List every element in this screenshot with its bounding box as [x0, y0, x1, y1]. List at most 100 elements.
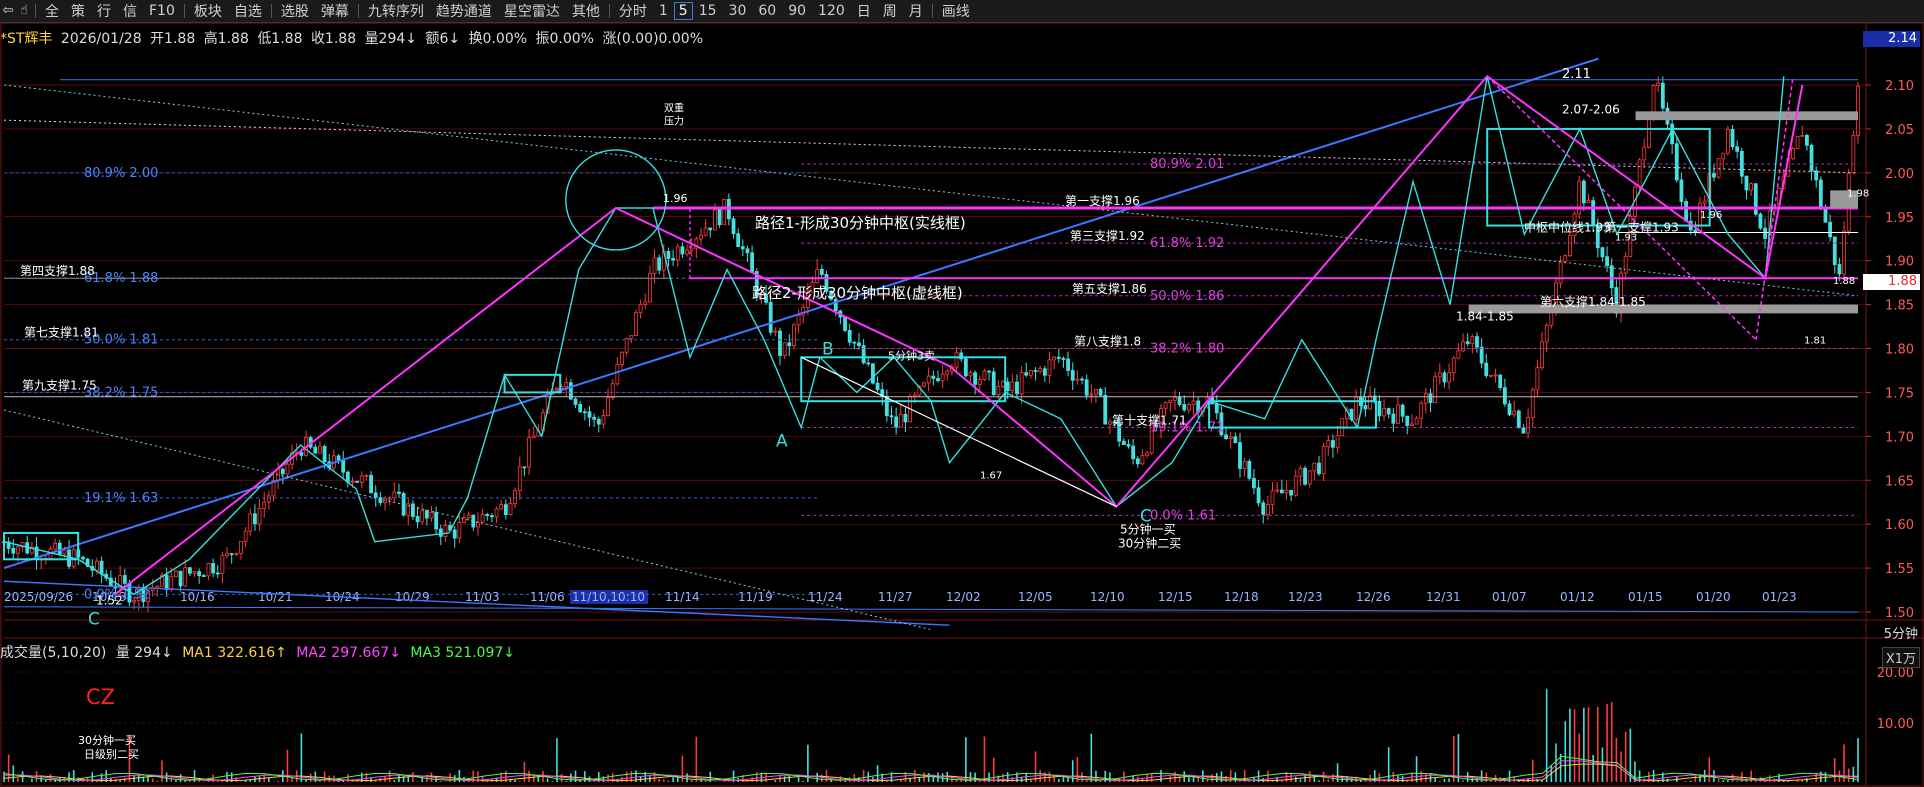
candle-body	[1832, 236, 1837, 265]
volume-ma2: MA2 297.667↓	[296, 645, 401, 661]
candle-body	[1647, 117, 1651, 148]
candlestick	[1744, 175, 1749, 200]
candle-body	[1739, 150, 1744, 177]
candlestick	[1289, 489, 1294, 502]
candle-body	[819, 268, 824, 275]
toolbar-item-15[interactable]: 5	[673, 2, 693, 20]
candlestick	[1540, 331, 1544, 371]
candle-body	[336, 455, 341, 461]
candle-body	[1535, 367, 1540, 391]
toolbar-item-19[interactable]: 90	[782, 3, 812, 19]
candle-body	[201, 575, 206, 577]
x-tick-label: 2025/09/26	[4, 590, 73, 604]
candle-body	[1818, 179, 1823, 208]
candlestick	[1577, 175, 1582, 220]
candle-body	[675, 246, 680, 261]
candle-body	[1010, 381, 1015, 392]
toolbar-item-17[interactable]: 30	[723, 3, 753, 19]
candlestick	[843, 316, 847, 333]
candlestick	[304, 430, 308, 458]
candle-body	[1823, 207, 1828, 223]
toolbar-item-10[interactable]: 趋势通道	[430, 1, 498, 21]
candlestick	[253, 504, 257, 531]
candle-body	[564, 382, 569, 387]
candle-body	[945, 370, 950, 375]
candle-body	[299, 451, 304, 456]
candle-body	[1033, 370, 1038, 372]
candle-body	[62, 549, 67, 555]
toolbar-item-3[interactable]: 信	[117, 1, 143, 21]
candle-body	[620, 351, 624, 365]
candlestick	[1442, 370, 1447, 388]
candle-body	[1419, 402, 1424, 419]
candle-body	[1047, 359, 1052, 376]
candlestick	[294, 443, 299, 461]
candlestick	[429, 506, 434, 522]
toolbar-item-21[interactable]: 日	[851, 1, 877, 21]
toolbar-item-16[interactable]: 15	[693, 3, 723, 19]
candlestick	[1400, 403, 1405, 423]
candlestick	[1386, 407, 1391, 419]
toolbar-item-12[interactable]: 其他	[566, 1, 606, 21]
toolbar-item-6[interactable]: 自选	[228, 1, 268, 21]
candle-body	[587, 411, 592, 418]
candlestick	[1307, 470, 1312, 488]
toolbar-item-14[interactable]: 1	[653, 3, 674, 19]
toolbar-item-1[interactable]: 策	[65, 1, 91, 21]
support-label: 第八支撑1.8	[1074, 334, 1141, 349]
candlestick	[601, 408, 606, 429]
hand-icon[interactable]: ☝	[16, 3, 32, 19]
candlestick	[1725, 125, 1730, 156]
x-tick-label: 12/23	[1288, 590, 1323, 604]
candlestick	[1196, 396, 1201, 418]
toolbar-item-7[interactable]: 选股	[275, 1, 315, 21]
candle-body	[480, 514, 485, 523]
toolbar-item-20[interactable]: 120	[812, 3, 851, 19]
candlestick	[1107, 418, 1112, 435]
candlestick	[387, 495, 392, 506]
candle-body	[555, 387, 559, 390]
candlestick	[936, 370, 940, 383]
toolbar-item-22[interactable]: 周	[877, 1, 903, 21]
toolbar-item-13[interactable]: 分时	[613, 1, 653, 21]
price-tick-label: 2.05	[1885, 123, 1914, 138]
kline-chart[interactable]: 2.10 2.05 2.00 1.95 1.90 1.85 1.80 1.75 1.70 1.65…	[0, 23, 1924, 787]
fib-left-label: 80.9% 2.00	[84, 166, 158, 181]
candle-body	[1804, 134, 1809, 146]
candle-body	[527, 437, 531, 468]
candlestick	[1098, 387, 1103, 397]
support-label: 第三支撑1.92	[1070, 228, 1145, 243]
candle-body	[266, 495, 271, 503]
candlestick	[1461, 333, 1465, 353]
toolbar-item-5[interactable]: 板块	[188, 1, 228, 21]
candle-body	[894, 416, 899, 428]
x-tick-label: 10/29	[395, 590, 430, 604]
candle-body	[415, 516, 420, 523]
candlestick	[1851, 130, 1856, 174]
toolbar-item-24[interactable]: 画线	[936, 1, 976, 21]
toolbar-item-0[interactable]: 全	[39, 1, 65, 21]
annotation-pressure_2: 压力	[664, 114, 684, 127]
candle-body	[922, 382, 926, 387]
candlestick	[582, 408, 587, 421]
candlestick	[1484, 353, 1489, 379]
candlestick	[1089, 384, 1094, 403]
x-tick-label: 10/16	[180, 590, 215, 604]
toolbar-item-2[interactable]: 行	[91, 1, 117, 21]
candlestick	[1265, 495, 1270, 521]
toolbar-item-8[interactable]: 弹幕	[315, 1, 355, 21]
toolbar-item-23[interactable]: 月	[903, 1, 929, 21]
toolbar-item-4[interactable]: F10	[143, 3, 181, 19]
toolbar-item-9[interactable]: 九转序列	[362, 1, 430, 21]
candle-body	[1423, 393, 1428, 404]
candlestick	[1140, 449, 1145, 466]
toolbar-item-18[interactable]: 60	[752, 3, 782, 19]
back-icon[interactable]: ⇦	[0, 3, 16, 19]
toolbar-item-11[interactable]: 星空雷达	[498, 1, 566, 21]
candle-body	[215, 572, 220, 575]
candle-body	[225, 553, 229, 557]
candle-body	[1856, 86, 1860, 136]
candlestick	[857, 332, 861, 350]
candle-body	[253, 513, 257, 525]
candlestick	[424, 509, 429, 526]
